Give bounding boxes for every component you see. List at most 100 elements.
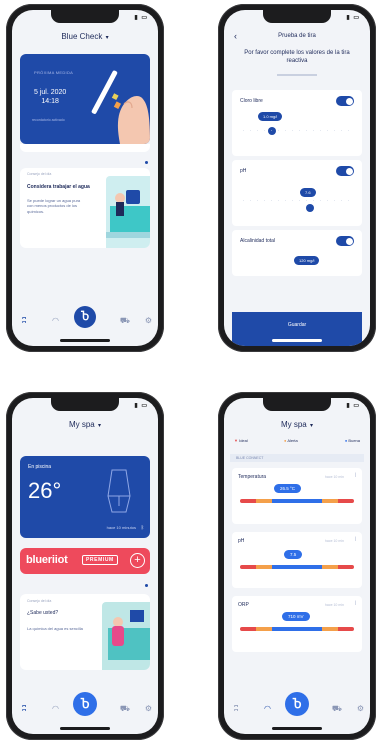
pool-icon — [108, 610, 150, 660]
pool-icon — [106, 190, 150, 238]
carousel-dot — [145, 584, 148, 587]
tab-settings[interactable]: ⚙ — [357, 704, 364, 713]
param-toggle[interactable] — [336, 166, 354, 176]
tab-gauge[interactable]: ◠ — [264, 704, 271, 713]
param-toggle[interactable] — [336, 96, 354, 106]
tab-gauge[interactable]: ◠ — [52, 704, 59, 713]
legend-ideal: ▼ Ideal — [234, 438, 248, 443]
param-name: pH — [240, 168, 247, 174]
slider-knob[interactable] — [306, 204, 314, 212]
slider-track[interactable] — [240, 130, 354, 131]
tab-pool[interactable]: ʭ — [22, 704, 26, 713]
slider-knob[interactable] — [268, 127, 276, 135]
blue-fab-button[interactable]: Ⴆ — [73, 692, 97, 716]
legend-dot-icon: ● — [344, 438, 348, 443]
status-bar: ▮ ▭ — [132, 402, 147, 409]
blue-check-screen: ▮ ▭ Blue Check ▾ PRÓXIMA MEDIDA 5 jul. 2… — [12, 10, 158, 346]
premium-tag: PREMIUM — [82, 555, 118, 565]
measurement-value: 710 mV — [282, 612, 310, 621]
tip-card[interactable]: Consejo del día Considera trabajar el ag… — [20, 168, 150, 248]
bluetooth-icon: ᛒ — [140, 525, 144, 531]
phone-frame: ▮ ▭ My spa ▾ En piscina 26° hace 10 minu… — [6, 392, 164, 740]
pool-selector[interactable]: Blue Check ▾ — [12, 32, 158, 41]
pool-selector[interactable]: My spa ▾ — [224, 420, 370, 429]
measurement-time: 14:18 — [41, 98, 59, 106]
thermometer-icon: ǀ — [354, 473, 356, 479]
value-bubble: 1.0 mg/l — [258, 112, 283, 121]
pool-selector-label: Blue Check — [61, 32, 103, 41]
notch — [51, 398, 119, 411]
legend-label: Alerta — [287, 438, 298, 443]
premium-banner[interactable]: blueriiot PREMIUM + — [20, 548, 150, 574]
measurement-name: pH — [238, 538, 245, 544]
measurement-date: 5 jul. 2020 — [34, 89, 67, 96]
signal-icon: ▮ — [134, 15, 138, 21]
tab-pool[interactable]: ʭ — [234, 704, 238, 713]
param-free-chlorine: Cloro libre 1.0 mg/l — [232, 90, 362, 156]
tab-shop[interactable]: ⛟ — [120, 316, 130, 326]
tab-shop[interactable]: ⛟ — [332, 704, 342, 714]
pool-illustration — [102, 602, 150, 670]
measurement-name: ORP — [238, 602, 249, 608]
param-toggle[interactable] — [336, 236, 354, 246]
value-bubble: 120 mg/l — [294, 256, 320, 265]
range-scale — [240, 499, 354, 503]
param-alkalinity: Alcalinidad total 120 mg/l — [232, 230, 362, 276]
legend-alert: ● Alerta — [284, 438, 298, 443]
slider-track[interactable] — [240, 200, 354, 201]
tab-shop[interactable]: ⛟ — [120, 704, 130, 714]
brand-logo: blueriiot — [26, 554, 68, 566]
signal-icon: ▮ — [346, 15, 350, 21]
temperature-value: 26° — [28, 478, 62, 503]
carousel-dot — [145, 161, 148, 164]
chevron-down-icon: ▾ — [98, 423, 102, 429]
tab-gauge[interactable]: ◠ — [52, 316, 59, 325]
card-label: PRÓXIMA MEDIDA — [34, 70, 74, 75]
reminder-text: recordatorio activado — [32, 118, 65, 122]
battery-icon: ▭ — [353, 15, 359, 21]
instructions: Por favor complete los valores de la tir… — [244, 50, 350, 64]
pool-illustration — [106, 176, 150, 248]
measurement-temperature[interactable]: Temperatura hace 10 min ǀ 26.5 °C — [232, 468, 362, 524]
battery-icon: ▭ — [141, 15, 147, 21]
tab-settings[interactable]: ⚙ — [145, 316, 152, 325]
blue-fab-button[interactable]: Ⴆ — [285, 692, 309, 716]
measurement-orp[interactable]: ORP hace 10 min ǀ 710 mV — [232, 596, 362, 652]
tip-card[interactable]: Consejo del día ¿Sabe usted? La química … — [20, 594, 150, 670]
legend-good: ● Buena — [345, 438, 360, 443]
tip-title: Considera trabajar el agua — [27, 184, 90, 190]
status-bar: ▮ ▭ — [344, 14, 359, 21]
hand-strip-illustration — [91, 70, 150, 144]
strip-test-screen: ▮ ▭ ‹ Prueba de tira Por favor complete … — [224, 10, 370, 346]
temperature-card[interactable]: En piscina 26° hace 10 minutos ᛒ — [20, 456, 150, 538]
notch — [51, 10, 119, 23]
range-legend: ▼ Ideal ● Alerta ● Buena — [232, 436, 362, 448]
measurement-value: 7.5 — [284, 550, 303, 559]
tip-label: Consejo del día — [27, 172, 52, 176]
measurement-time: hace 10 min — [324, 539, 344, 543]
ph-icon: ǀ — [354, 537, 356, 543]
pool-selector[interactable]: My spa ▾ — [12, 420, 158, 429]
measurement-datetime: 5 jul. 2020 14:18 — [34, 88, 66, 106]
chevron-down-icon: ▾ — [310, 423, 314, 429]
value-bubble: 7.6 — [300, 188, 316, 197]
pool-selector-label: My spa — [280, 420, 307, 429]
chevron-down-icon: ▾ — [105, 35, 109, 41]
orp-icon: ǀ — [354, 601, 356, 607]
param-ph: pH 7.6 — [232, 160, 362, 226]
location-label: En piscina — [28, 464, 52, 470]
next-measurement-card[interactable]: PRÓXIMA MEDIDA 5 jul. 2020 14:18 recorda… — [20, 54, 150, 144]
legend-dot-icon: ▼ — [234, 438, 238, 443]
status-bar: ▮ ▭ — [344, 402, 359, 409]
add-premium-button[interactable]: + — [130, 553, 145, 568]
tab-pool[interactable]: ʭ — [22, 316, 26, 325]
measurement-time: hace 10 min — [324, 475, 344, 479]
blue-fab-button[interactable]: Ⴆ — [74, 306, 96, 328]
legend-label: Buena — [348, 438, 360, 443]
signal-icon: ▮ — [134, 403, 138, 409]
divider — [277, 74, 317, 76]
tab-settings[interactable]: ⚙ — [145, 704, 152, 713]
my-spa-screen: ▮ ▭ My spa ▾ En piscina 26° hace 10 minu… — [12, 398, 158, 734]
tab-bar: ʭ ◠ Ⴆ ⛟ ⚙ — [12, 692, 158, 722]
measurement-ph[interactable]: pH hace 10 min ǀ 7.5 — [232, 532, 362, 588]
